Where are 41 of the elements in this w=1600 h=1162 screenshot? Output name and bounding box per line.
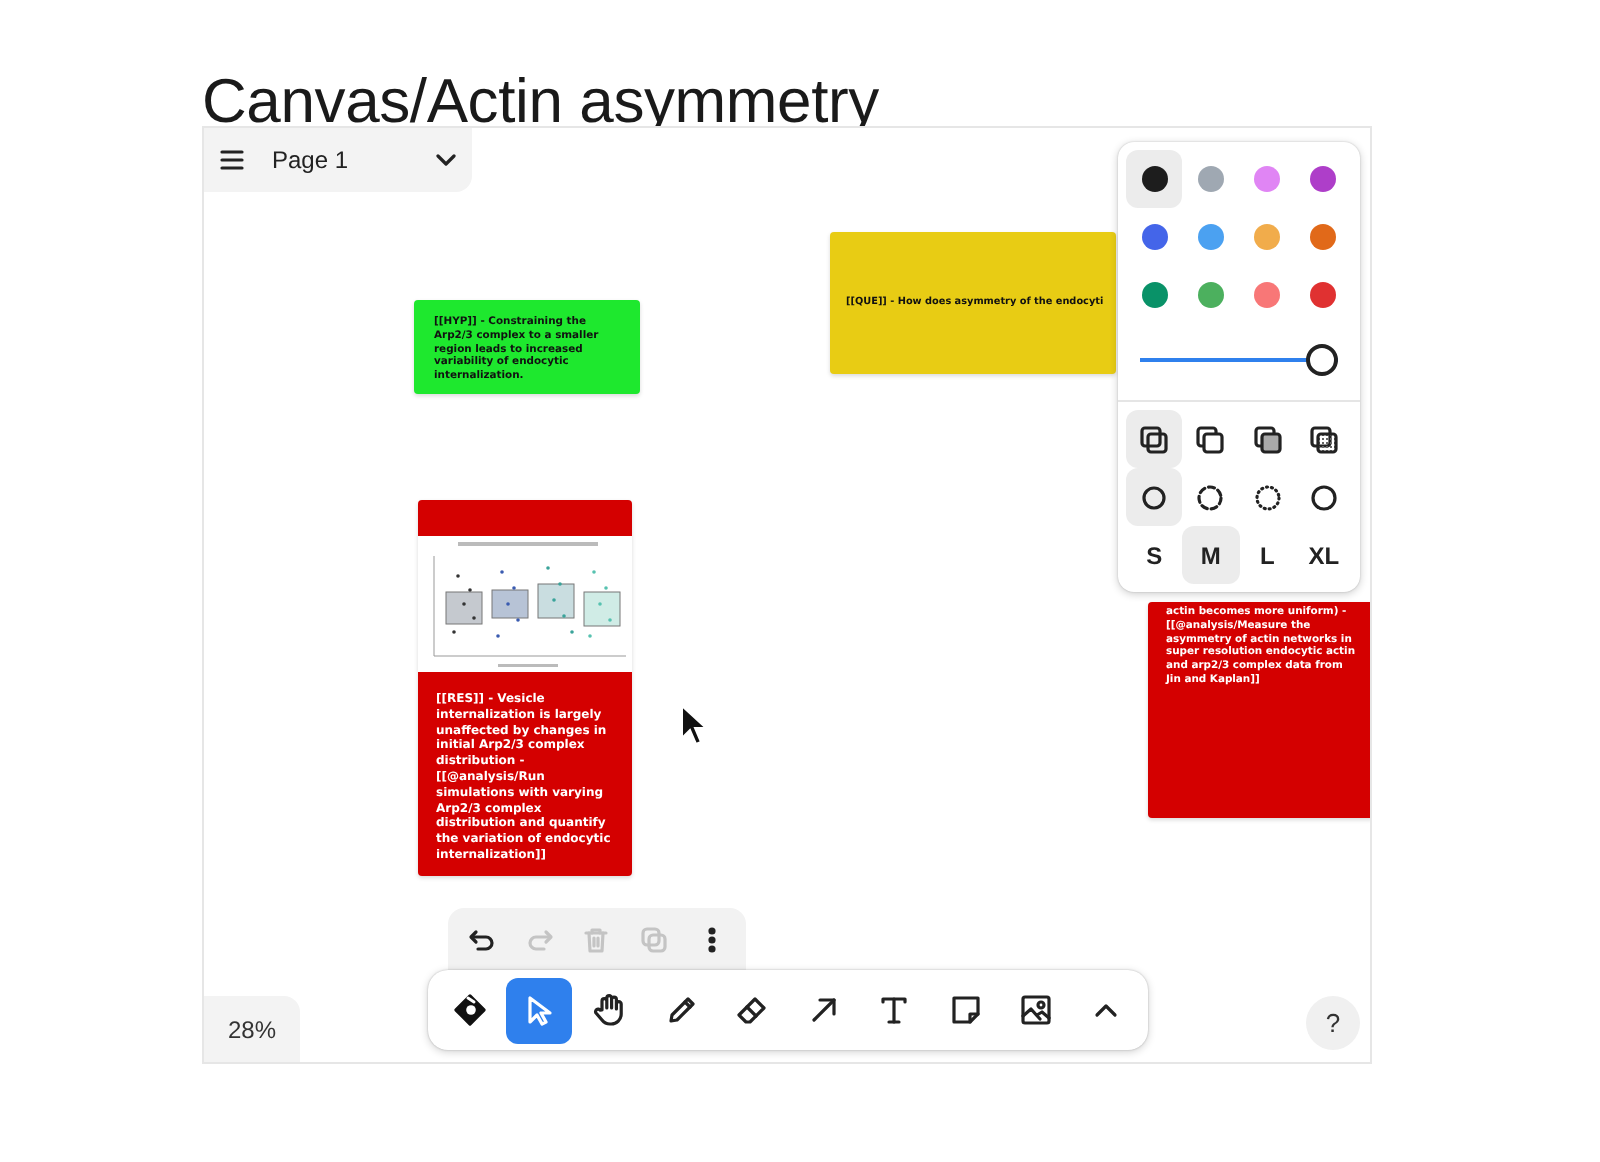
cursor-icon: [523, 994, 556, 1026]
dashed-circle-icon: [1196, 483, 1225, 511]
arrow-icon: [807, 994, 840, 1026]
hand-icon: [592, 992, 629, 1028]
thick-circle-icon: [1140, 483, 1169, 511]
undo-icon: [468, 925, 497, 953]
text-tool-icon: [878, 994, 911, 1026]
sticky-note[interactable]: [418, 500, 632, 876]
menu-icon: [220, 150, 244, 170]
color-swatch[interactable]: [1126, 150, 1183, 208]
help-button[interactable]: ?: [1306, 996, 1360, 1050]
pattern-fill-icon: [1309, 425, 1338, 453]
no-fill-icon: [1140, 425, 1169, 453]
size-button[interactable]: S: [1126, 526, 1183, 584]
image-icon: [1020, 994, 1052, 1026]
zoom-button[interactable]: 28%: [204, 996, 300, 1062]
slider-thumb[interactable]: [1306, 344, 1338, 376]
page-menu[interactable]: Page 1: [204, 128, 472, 192]
pencil-icon: [665, 994, 698, 1026]
dotted-circle-icon: [1253, 483, 1282, 511]
circle-icon: [1309, 483, 1338, 511]
document-title: Canvas/Actin asymmetry: [200, 64, 881, 126]
canvas[interactable]: [202, 126, 1372, 1064]
semi-fill-icon: [1196, 425, 1225, 453]
size-button[interactable]: L: [1239, 526, 1296, 584]
sticky-note-icon: [949, 994, 982, 1026]
redo-icon: [525, 925, 554, 953]
chevron-down-icon: [436, 154, 456, 166]
mouse-pointer-icon: [680, 704, 708, 746]
diamond-logo-icon: [453, 994, 485, 1026]
solid-fill-icon: [1253, 425, 1282, 453]
size-button[interactable]: XL: [1295, 526, 1352, 584]
chevron-up-icon: [1094, 1002, 1119, 1018]
eraser-icon: [736, 994, 769, 1026]
stroke-style-button[interactable]: [1126, 468, 1183, 526]
trash-icon: [582, 925, 611, 953]
fill-button[interactable]: [1126, 410, 1183, 468]
size-button[interactable]: M: [1182, 526, 1239, 584]
page-name: Page 1: [272, 146, 351, 174]
duplicate-icon: [640, 925, 669, 953]
more-icon: [707, 925, 716, 953]
